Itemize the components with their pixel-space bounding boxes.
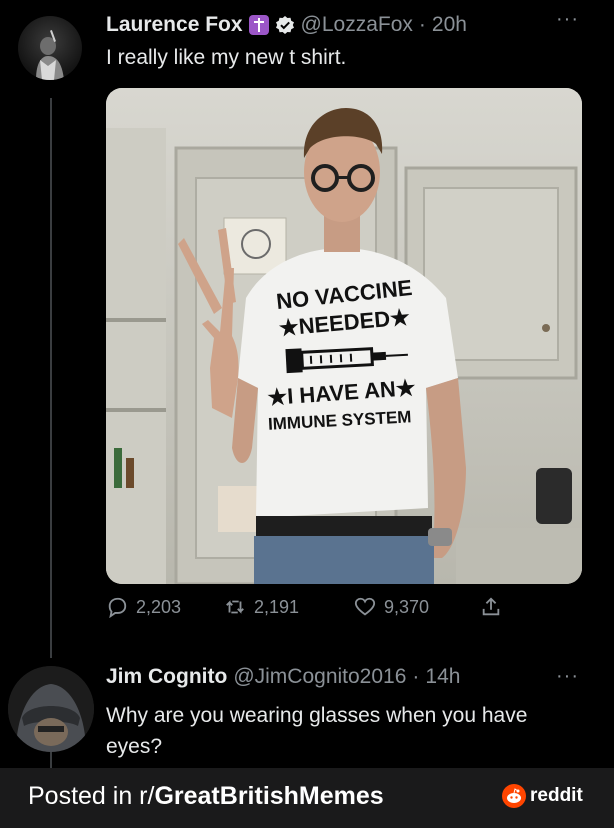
- share-action[interactable]: [480, 596, 502, 618]
- subreddit-link[interactable]: GreatBritishMemes: [154, 782, 383, 810]
- like-action[interactable]: 9,370: [354, 596, 429, 618]
- reddit-snoo-icon: [502, 784, 526, 808]
- thread-line-continuation: [50, 750, 52, 768]
- avatar-image: [36, 30, 64, 80]
- posted-prefix: Posted in r/: [28, 782, 155, 810]
- handle[interactable]: @LozzaFox: [301, 13, 413, 37]
- avatar[interactable]: [8, 666, 94, 752]
- posted-in-label: Posted in r/GreatBritishMemes: [28, 782, 384, 811]
- tweet-actions: 2,203 2,191 9,370: [106, 596, 526, 630]
- timestamp[interactable]: 20h: [432, 13, 467, 37]
- tweet-header: Jim Cognito @JimCognito2016 · 14h: [106, 665, 460, 689]
- reddit-wordmark: reddit: [530, 785, 583, 806]
- photo-illustration: NO VACCINE ★NEEDED★ ★I HAVE AN★ IMMUNE S…: [106, 88, 582, 584]
- reddit-logo[interactable]: reddit: [502, 784, 583, 808]
- reply-icon: [108, 597, 127, 618]
- handle[interactable]: @JimCognito2016: [233, 665, 406, 689]
- like-count: 9,370: [384, 596, 430, 617]
- display-name[interactable]: Laurence Fox: [106, 13, 243, 37]
- cross-icon: [248, 15, 269, 35]
- tweet-text: Why are you wearing glasses when you hav…: [106, 704, 528, 758]
- heart-icon: [354, 597, 376, 616]
- reply-action[interactable]: 2,203: [106, 596, 181, 618]
- verified-badge-icon: [275, 16, 294, 34]
- timestamp[interactable]: 14h: [425, 665, 460, 689]
- avatar-image: [8, 666, 94, 752]
- reply-count: 2,203: [136, 596, 182, 617]
- share-icon: [482, 597, 500, 616]
- separator-dot: ·: [418, 13, 426, 36]
- thread-line: [50, 98, 52, 658]
- tweet-photo[interactable]: NO VACCINE ★NEEDED★ ★I HAVE AN★ IMMUNE S…: [106, 88, 582, 584]
- retweet-action[interactable]: 2,191: [224, 596, 299, 618]
- avatar[interactable]: [18, 16, 82, 80]
- separator-dot: ·: [412, 665, 420, 688]
- retweet-count: 2,191: [254, 596, 300, 617]
- more-options-icon[interactable]: ···: [556, 665, 579, 688]
- display-name[interactable]: Jim Cognito: [106, 665, 227, 689]
- tweet-text: I really like my new t shirt.: [106, 46, 347, 69]
- retweet-icon: [226, 600, 244, 614]
- tweet-header: Laurence Fox @LozzaFox · 20h: [106, 10, 467, 40]
- more-options-icon[interactable]: ···: [556, 8, 579, 31]
